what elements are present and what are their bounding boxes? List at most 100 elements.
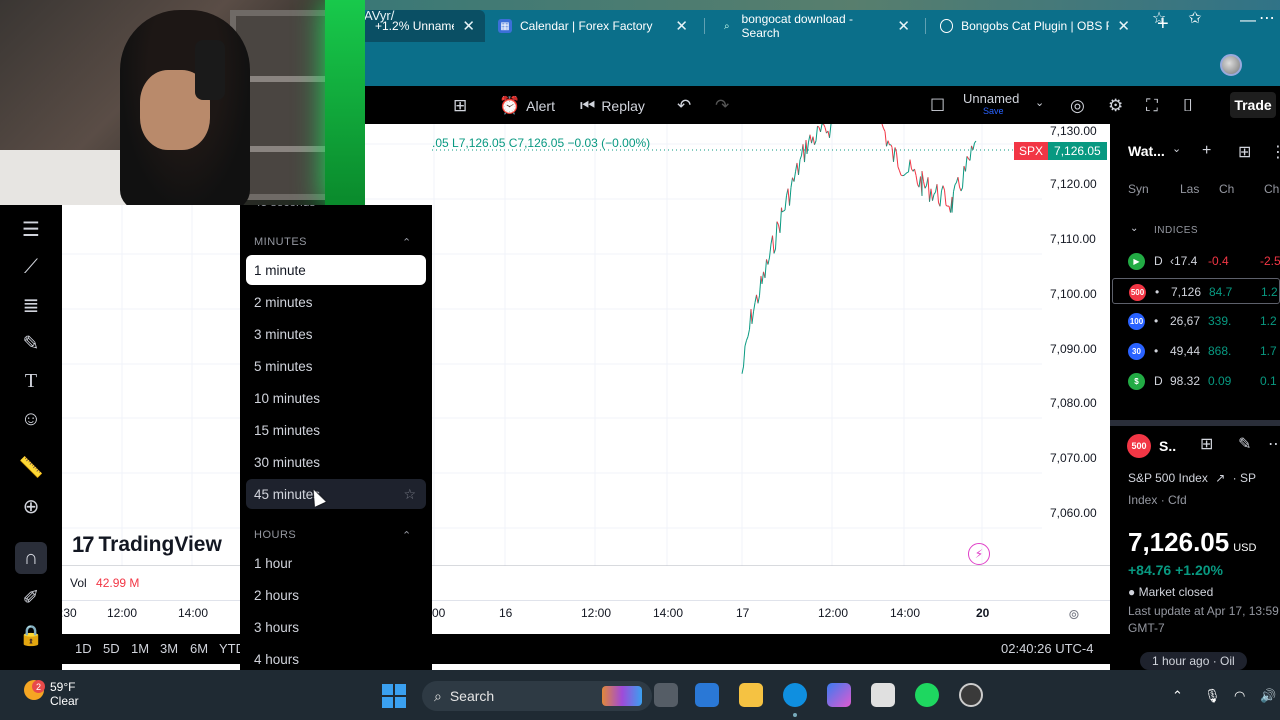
chevron-down-icon[interactable]: ⌄	[1035, 96, 1044, 109]
range-1m[interactable]: 1M	[131, 641, 149, 656]
more-icon[interactable]: ⋮	[1270, 142, 1280, 162]
taskbar-search[interactable]: ⌕ Search	[422, 681, 652, 711]
tab-obs-forum[interactable]: Bongobs Cat Plugin | OBS Forum ✕	[930, 10, 1140, 42]
pencil-lock-icon[interactable]: ✐	[17, 583, 45, 611]
interval-2-hours[interactable]: 2 hours	[246, 580, 426, 610]
obs-app-icon[interactable]	[959, 683, 983, 707]
edge-browser-icon[interactable]	[783, 683, 807, 707]
edit-icon[interactable]: ✎	[1238, 434, 1251, 454]
more-icon[interactable]: ⋯	[1268, 434, 1280, 454]
text-tool-icon[interactable]: T	[17, 367, 45, 395]
interval-15-minutes[interactable]: 15 minutes	[246, 415, 426, 445]
file-explorer-icon[interactable]	[739, 683, 763, 707]
hours-header[interactable]: HOURS	[254, 529, 296, 541]
more-options-icon[interactable]: ⋯	[1256, 7, 1278, 29]
watchlist-row[interactable]: ▶ D ‹17.4 -0.4 -2.5	[1112, 248, 1280, 274]
microphone-icon[interactable]: 🎙	[1204, 688, 1221, 704]
magnet-icon[interactable]: ∩	[15, 542, 47, 574]
tray-overflow-icon[interactable]: ⌃	[1172, 688, 1183, 704]
copilot-icon[interactable]	[827, 683, 851, 707]
watchlist-row[interactable]: $ D 98.32 0.09 0.1	[1112, 368, 1280, 394]
layout-name-button[interactable]: Unnamed Save	[963, 91, 1019, 116]
favorite-star-icon[interactable]: ☆	[403, 486, 416, 503]
watchlist-row[interactable]: 30 • 49,44 868. 1.7	[1112, 338, 1280, 364]
watchlist-row[interactable]: 100 • 26,67 339. 1.2	[1112, 308, 1280, 334]
minimize-icon[interactable]: —	[1240, 12, 1256, 30]
interval-5-minutes[interactable]: 5 minutes	[246, 351, 426, 381]
range-5d[interactable]: 5D	[103, 641, 120, 656]
spotify-icon[interactable]	[915, 683, 939, 707]
column-change[interactable]: Ch	[1219, 182, 1234, 196]
favorites-icon[interactable]: ✩	[1184, 7, 1206, 29]
interval-10-minutes[interactable]: 10 minutes	[246, 383, 426, 413]
lightning-icon[interactable]: ⚡	[968, 543, 990, 565]
chevron-down-icon[interactable]: ⌄	[1172, 142, 1181, 155]
copilot-app-icon[interactable]	[695, 683, 719, 707]
store-icon[interactable]	[871, 683, 895, 707]
zoom-in-icon[interactable]: ⊕	[17, 492, 45, 520]
collapse-chevron-icon[interactable]: ⌃	[402, 529, 411, 542]
advanced-view-icon[interactable]: ⊞	[1238, 142, 1251, 162]
indicators-templates-icon[interactable]: ⊞	[453, 96, 467, 116]
interval-30-minutes[interactable]: 30 minutes	[246, 447, 426, 477]
volume-icon[interactable]: 🔊	[1260, 688, 1276, 704]
trade-button[interactable]: Trade	[1230, 92, 1276, 118]
favorite-star-icon[interactable]: ☆	[1148, 7, 1170, 29]
ruler-icon[interactable]: 📏	[17, 453, 45, 481]
emoji-icon[interactable]: ☺	[17, 405, 45, 433]
detail-name[interactable]: S&P 500 Index ↗ · SP	[1128, 471, 1256, 485]
column-last[interactable]: Las	[1180, 182, 1199, 196]
windows-start-icon[interactable]	[382, 684, 406, 708]
watchlist-title[interactable]: Wat...	[1128, 143, 1165, 159]
watchlist-row-selected[interactable]: 500 • 7,126 84.7 1.2	[1112, 278, 1280, 304]
close-tab-icon[interactable]: ✕	[462, 17, 475, 35]
range-6m[interactable]: 6M	[190, 641, 208, 656]
chart-clock[interactable]: 02:40:26 UTC-4	[1001, 641, 1094, 656]
axis-settings-icon[interactable]: ⊚	[1068, 606, 1080, 623]
news-chip[interactable]: 1 hour ago · Oil	[1140, 652, 1247, 670]
add-symbol-icon[interactable]: +	[1202, 142, 1211, 160]
column-change-pct[interactable]: Ch	[1264, 182, 1279, 196]
url-field[interactable]: AVyr/	[364, 8, 394, 23]
interval-1-hour[interactable]: 1 hour	[246, 548, 426, 578]
redo-icon[interactable]: ↷	[715, 96, 729, 116]
undo-icon[interactable]: ↶	[677, 96, 691, 116]
close-tab-icon[interactable]: ✕	[1117, 17, 1130, 35]
lock-icon[interactable]: 🔒	[17, 621, 45, 649]
quick-search-icon[interactable]: ◎	[1070, 96, 1085, 116]
section-chevron-icon[interactable]: ⌄	[1130, 223, 1138, 234]
detail-symbol[interactable]: 500 S..	[1127, 434, 1176, 458]
column-symbol[interactable]: Syn	[1128, 182, 1149, 196]
collapse-chevron-icon[interactable]: ⌃	[402, 236, 411, 249]
panel-splitter[interactable]	[1110, 420, 1280, 426]
volume-legend[interactable]: Vol 42.99 M	[70, 576, 139, 590]
interval-2-minutes[interactable]: 2 minutes	[246, 287, 426, 317]
settings-gear-icon[interactable]: ⚙	[1108, 96, 1123, 116]
minutes-header[interactable]: MINUTES	[254, 236, 307, 248]
wifi-icon[interactable]: ◠	[1234, 688, 1245, 704]
interval-1-minute[interactable]: 1 minute	[246, 255, 426, 285]
tab-bongocat-search[interactable]: ⌕ bongocat download - Search ✕	[710, 10, 920, 42]
camera-snapshot-icon[interactable]: ⌷	[1183, 96, 1193, 116]
range-1d[interactable]: 1D	[75, 641, 92, 656]
fullscreen-icon[interactable]: ⛶	[1146, 96, 1158, 116]
layout-square-icon[interactable]: ☐	[930, 96, 945, 116]
trend-line-icon[interactable]: ⟋	[17, 253, 45, 281]
alert-button[interactable]: ⏰ Alert	[499, 96, 555, 116]
range-3m[interactable]: 3M	[160, 641, 178, 656]
crosshair-menu-icon[interactable]: ☰	[17, 215, 45, 243]
interval-3-minutes[interactable]: 3 minutes	[246, 319, 426, 349]
tradingview-logo[interactable]: 17 TradingView	[72, 532, 222, 558]
replay-button[interactable]: ⏮ Replay	[580, 96, 645, 116]
fib-tool-icon[interactable]: ≣	[17, 291, 45, 319]
brush-icon[interactable]: ✎	[17, 329, 45, 357]
interval-45-minutes[interactable]: 45 minutes ☆	[246, 479, 426, 509]
interval-3-hours[interactable]: 3 hours	[246, 612, 426, 642]
section-indices[interactable]: INDICES	[1154, 225, 1198, 236]
external-link-icon[interactable]: ↗	[1215, 471, 1225, 485]
profile-avatar[interactable]	[1220, 54, 1242, 76]
close-tab-icon[interactable]: ✕	[675, 17, 688, 35]
grid-icon[interactable]: ⊞	[1200, 434, 1213, 454]
task-view-icon[interactable]	[654, 683, 678, 707]
close-tab-icon[interactable]: ✕	[897, 17, 910, 35]
